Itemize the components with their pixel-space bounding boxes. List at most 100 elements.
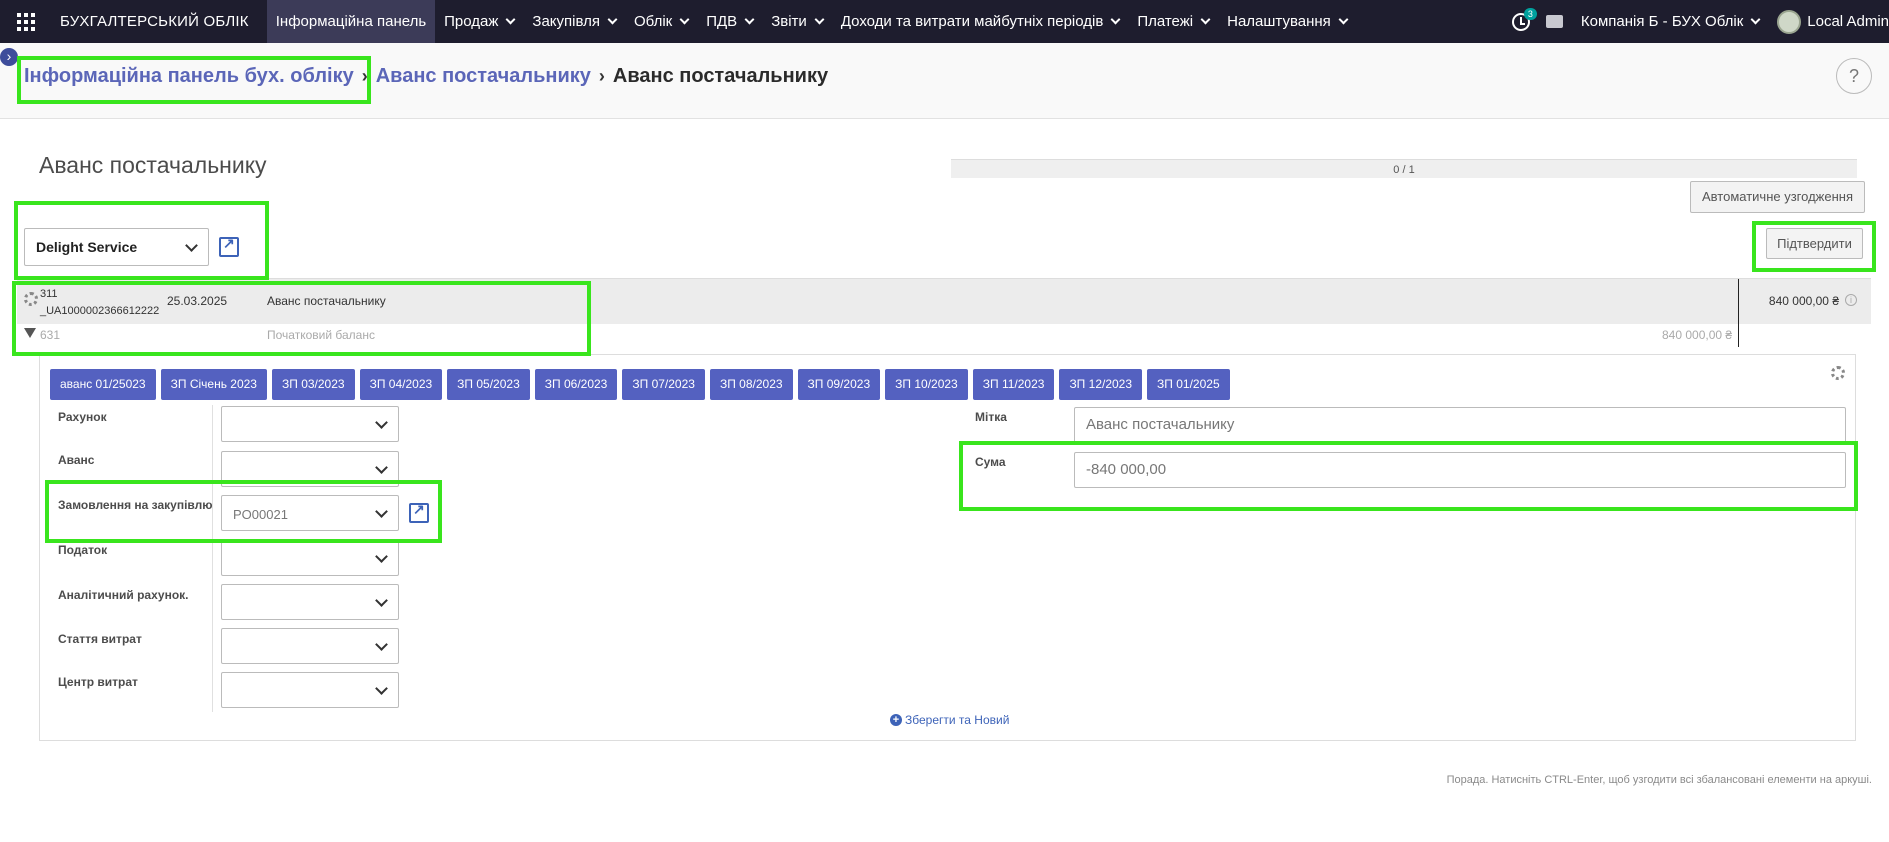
cost-center-select[interactable] — [221, 672, 399, 708]
statement-line-account: 311 — [40, 288, 58, 300]
activity-clock-icon[interactable]: 3 — [1511, 7, 1537, 31]
activity-badge: 3 — [1523, 7, 1537, 20]
open-balance-account: 631 — [40, 328, 61, 342]
tax-label: Податок — [58, 543, 108, 557]
tax-select[interactable] — [221, 540, 399, 576]
save-and-new-button[interactable]: + Зберегти та Новий — [890, 713, 1009, 727]
model-button[interactable]: ЗП 04/2023 — [359, 369, 443, 400]
expense-item-label: Стаття витрат — [58, 632, 142, 646]
statement-line-iban: _UA1000002366612222 — [40, 305, 160, 317]
chevron-down-icon — [375, 416, 388, 429]
breadcrumb-dashboard-link[interactable]: Інформаційна панель бух. обліку — [24, 65, 354, 88]
model-button[interactable]: ЗП 07/2023 — [622, 369, 705, 400]
chevron-down-icon — [375, 594, 388, 607]
reconciliation-panel: аванс 01/25023 ЗП Січень 2023 ЗП 03/2023… — [39, 354, 1856, 741]
menu-vat[interactable]: ПДВ — [697, 0, 762, 43]
chevron-down-icon — [505, 14, 516, 25]
model-button[interactable]: ЗП 10/2023 — [885, 369, 968, 400]
chevron-down-icon — [375, 550, 388, 563]
advance-select[interactable] — [221, 451, 399, 487]
help-button[interactable]: ? — [1836, 58, 1872, 94]
keyboard-hint: Порада. Натисніть CTRL-Enter, щоб узгоди… — [1446, 774, 1872, 786]
menu-sales-label: Продаж — [444, 13, 499, 30]
menu-sales[interactable]: Продаж — [435, 0, 523, 43]
plus-circle-icon: + — [890, 714, 902, 726]
breadcrumb-parent-link[interactable]: Аванс постачальнику — [376, 65, 591, 88]
menu-settings[interactable]: Налаштування — [1218, 0, 1356, 43]
menu-accounting-label: Облік — [634, 13, 673, 30]
chevron-right-icon: › — [598, 66, 605, 86]
statement-line-code: 311 _UA1000002366612222 — [40, 286, 159, 320]
form-divider — [212, 405, 213, 712]
app-brand[interactable]: БУХГАЛТЕРСЬКИЙ ОБЛІК — [52, 13, 267, 30]
sidebar-toggle-icon[interactable]: › — [0, 48, 18, 66]
statement-line-date: 25.03.2025 — [167, 294, 228, 308]
chevron-down-icon — [1750, 14, 1761, 25]
main-menu: Інформаційна панель Продаж Закупівля Обл… — [266, 0, 1356, 43]
chevron-down-icon — [814, 14, 825, 25]
menu-accounting[interactable]: Облік — [625, 0, 697, 43]
amount-input[interactable]: -840 000,00 — [1074, 452, 1846, 488]
reconcile-progress: 0 / 1 — [951, 159, 1857, 178]
messages-icon[interactable] — [1545, 15, 1563, 28]
chevron-down-icon — [1338, 14, 1349, 25]
partner-select[interactable]: Delight Service — [24, 228, 209, 266]
apps-menu-icon[interactable] — [0, 0, 52, 43]
chevron-down-icon — [375, 505, 388, 518]
account-label: Рахунок — [58, 410, 107, 424]
menu-reports-label: Звіти — [771, 13, 807, 30]
purchase-order-select[interactable]: PO00021 — [221, 495, 399, 531]
account-select[interactable] — [221, 406, 399, 442]
chevron-right-icon: › — [361, 66, 368, 86]
menu-payments[interactable]: Платежі — [1128, 0, 1218, 43]
page-title: Аванс постачальнику — [39, 152, 267, 178]
model-button[interactable]: ЗП Січень 2023 — [160, 369, 267, 400]
topbar-systray: 3 Компанія Б - БУХ Облік Local Admin — [1511, 0, 1889, 43]
chevron-down-icon — [679, 14, 690, 25]
model-button[interactable]: ЗП 05/2023 — [447, 369, 530, 400]
model-button[interactable]: ЗП 12/2023 — [1059, 369, 1143, 400]
user-menu[interactable]: Local Admin — [1777, 9, 1889, 34]
model-button[interactable]: ЗП 08/2023 — [709, 369, 793, 400]
model-button[interactable]: ЗП 11/2023 — [972, 369, 1055, 400]
company-switcher[interactable]: Компанія Б - БУХ Облік — [1581, 13, 1761, 30]
external-link-icon[interactable] — [409, 501, 429, 523]
expense-item-select[interactable] — [221, 628, 399, 664]
gear-icon[interactable] — [1831, 366, 1845, 380]
menu-payments-label: Платежі — [1137, 13, 1194, 30]
menu-reports[interactable]: Звіти — [762, 0, 832, 43]
menu-purchase[interactable]: Закупівля — [523, 0, 625, 43]
external-link-icon[interactable] — [219, 235, 239, 257]
advance-label: Аванс — [58, 453, 95, 467]
chevron-down-icon — [607, 14, 618, 25]
chevron-down-icon — [1110, 14, 1121, 25]
cost-center-label: Центр витрат — [58, 675, 138, 689]
auto-reconcile-button[interactable]: Автоматичне узгодження — [1690, 181, 1865, 213]
chevron-down-icon — [185, 239, 198, 252]
menu-purchase-label: Закупівля — [532, 13, 600, 30]
model-button[interactable]: аванс 01/25023 — [50, 369, 156, 400]
purchase-order-value: PO00021 — [233, 507, 288, 522]
user-name: Local Admin — [1807, 13, 1889, 30]
info-icon[interactable]: i — [1845, 294, 1857, 306]
open-balance-line[interactable]: 631 Початковий баланс 840 000,00 ₴ — [17, 324, 1871, 346]
menu-deferred[interactable]: Доходи та витрати майбутніх періодів — [832, 0, 1129, 43]
model-button[interactable]: ЗП 09/2023 — [797, 369, 881, 400]
statement-line[interactable]: 311 _UA1000002366612222 25.03.2025 Аванс… — [17, 278, 1871, 347]
menu-dashboard[interactable]: Інформаційна панель — [266, 0, 436, 43]
model-button[interactable]: ЗП 03/2023 — [271, 369, 355, 400]
analytic-account-select[interactable] — [221, 584, 399, 620]
breadcrumb: Інформаційна панель бух. обліку › Аванс … — [24, 65, 828, 88]
caret-down-icon[interactable] — [24, 328, 36, 338]
open-balance-label: Початковий баланс — [267, 328, 375, 342]
partner-value: Delight Service — [36, 239, 138, 255]
gear-icon[interactable] — [24, 292, 38, 306]
model-button[interactable]: ЗП 01/2025 — [1147, 369, 1230, 400]
chevron-down-icon — [375, 461, 388, 474]
top-navbar: БУХГАЛТЕРСЬКИЙ ОБЛІК Інформаційна панель… — [0, 0, 1889, 43]
open-balance-amount: 840 000,00 ₴ — [1662, 328, 1733, 342]
control-panel: › Інформаційна панель бух. обліку › Аван… — [0, 43, 1889, 119]
tag-input[interactable]: Аванс постачальнику — [1074, 407, 1846, 443]
confirm-button[interactable]: Підтвердити — [1766, 228, 1863, 259]
model-button[interactable]: ЗП 06/2023 — [534, 369, 618, 400]
